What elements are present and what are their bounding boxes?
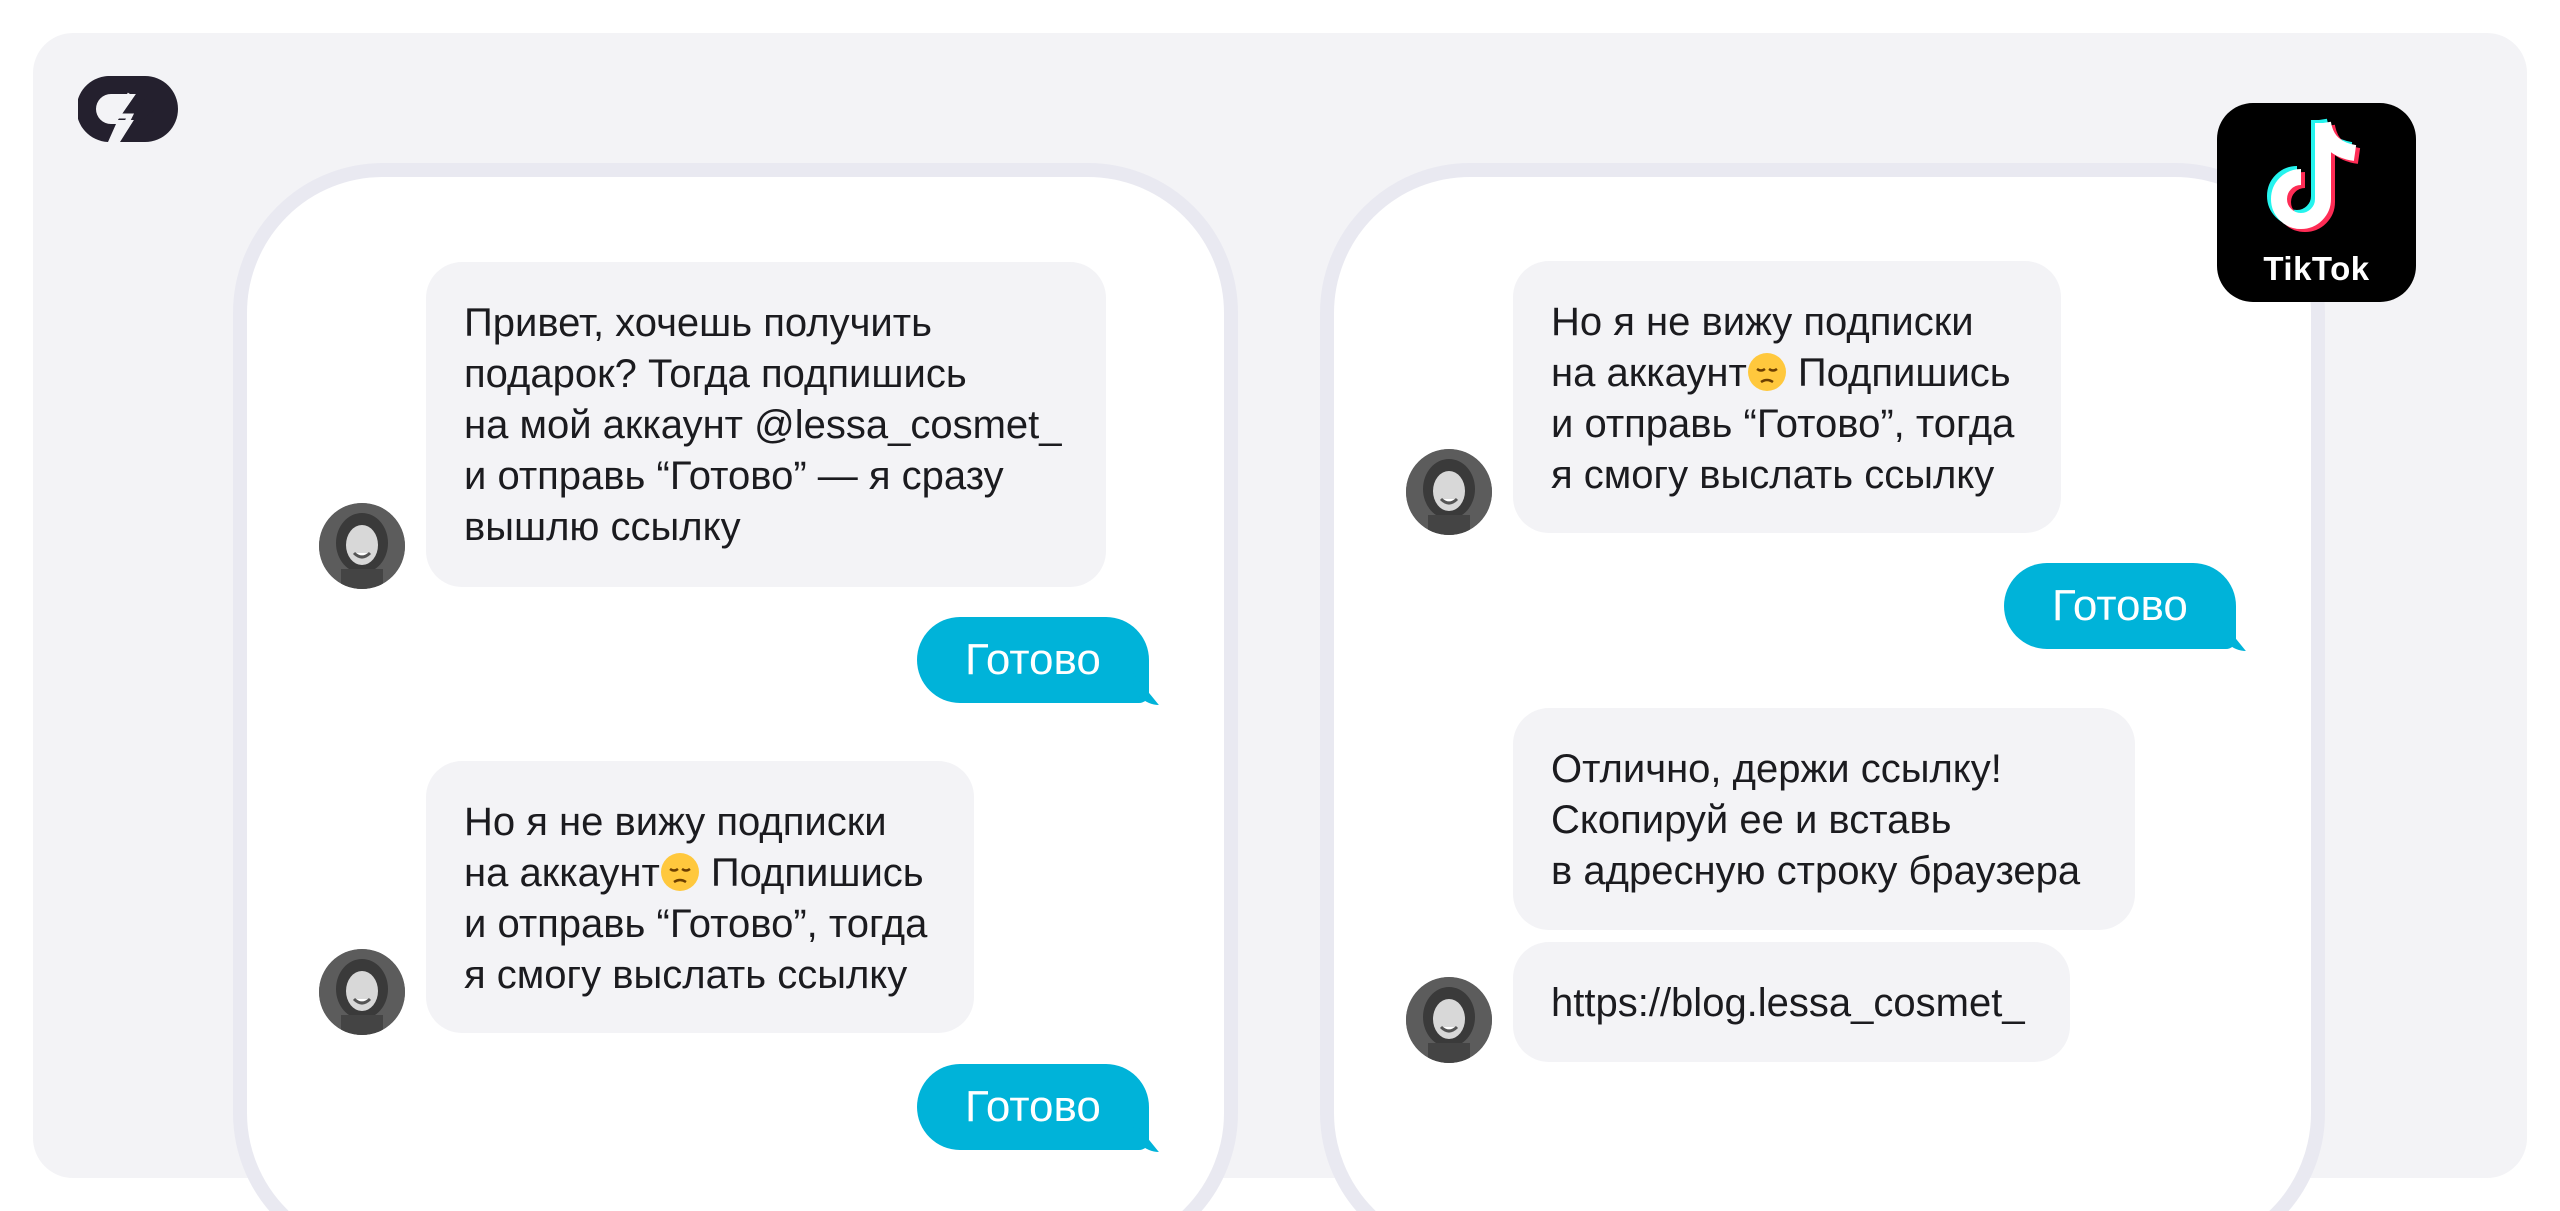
chat-message-outgoing: Готово — [2004, 563, 2236, 649]
chat-message-outgoing: Готово — [917, 1064, 1149, 1150]
chat-message-incoming: Привет, хочешь получить подарок? Тогда п… — [426, 262, 1106, 587]
message-line: на аккаунт Подпишись — [464, 851, 924, 895]
woman-avatar-icon — [319, 949, 405, 1035]
right-phone-frame: Но я не вижу подписки на аккаунт Подпиши… — [1320, 163, 2325, 1211]
link-message[interactable]: https://blog.lessa_cosmet_ — [1513, 942, 2070, 1062]
tiktok-label: TikTok — [2263, 250, 2370, 287]
avatar — [319, 503, 405, 589]
promo-canvas: Привет, хочешь получить подарок? Тогда п… — [0, 0, 2560, 1211]
message-line: на аккаунт Подпишись — [1551, 351, 2011, 395]
chat-message-outgoing: Готово — [917, 617, 1149, 703]
tiktok-note-icon — [2267, 118, 2361, 232]
chat-message-incoming: Но я не вижу подписки на аккаунт Подпиши… — [1513, 261, 2061, 533]
pensive-face-icon — [660, 853, 699, 891]
message-line: и отправь “Готово”, тогда — [1551, 402, 2015, 446]
avatar — [319, 949, 405, 1035]
woman-avatar-icon — [319, 503, 405, 589]
left-phone-frame: Привет, хочешь получить подарок? Тогда п… — [233, 163, 1238, 1211]
chat-message-incoming: Но я не вижу подписки на аккаунт Подпиши… — [426, 761, 974, 1033]
woman-avatar-icon — [1406, 977, 1492, 1063]
message-line: я смогу выслать ссылку — [1551, 453, 1995, 497]
chat-message-incoming: Отлично, держи ссылку! Скопируй ее и вст… — [1513, 708, 2135, 930]
woman-avatar-icon — [1406, 449, 1492, 535]
pensive-face-icon — [1747, 353, 1786, 391]
bolt-logo-icon — [78, 76, 178, 142]
avatar — [1406, 449, 1492, 535]
message-line: я смогу выслать ссылку — [464, 953, 908, 997]
message-line: Но я не вижу подписки — [464, 800, 887, 844]
message-line: Но я не вижу подписки — [1551, 300, 1974, 344]
message-line: и отправь “Готово”, тогда — [464, 902, 928, 946]
tiktok-logo: TikTok — [2217, 103, 2416, 302]
avatar — [1406, 977, 1492, 1063]
